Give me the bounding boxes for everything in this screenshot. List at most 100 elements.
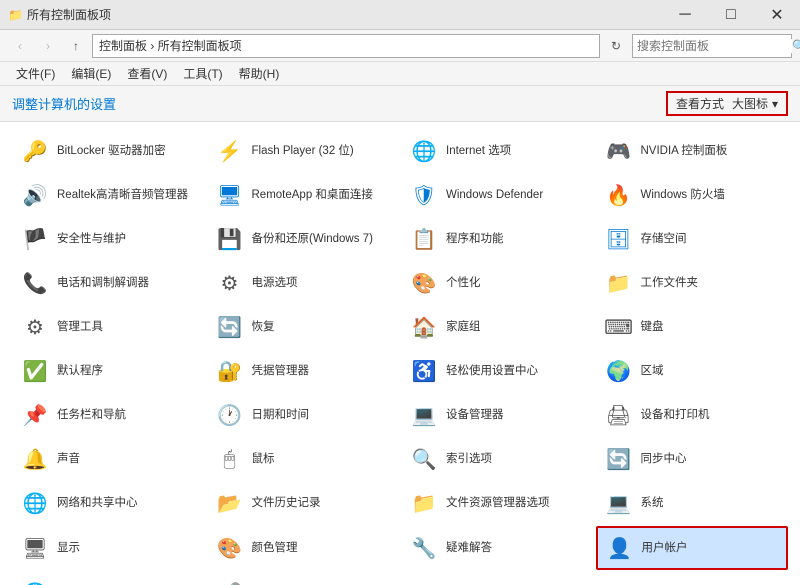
maximize-button[interactable]: □ bbox=[708, 0, 754, 30]
remoteapp-icon: 🖥 bbox=[214, 179, 246, 211]
view-mode-button[interactable]: 查看方式 大图标 ▾ bbox=[666, 91, 788, 116]
control-item-user[interactable]: 👤用户帐户 bbox=[596, 526, 789, 570]
search-box[interactable]: 🔍 bbox=[632, 34, 792, 58]
forward-button[interactable]: › bbox=[36, 34, 60, 58]
region-icon: 🌍 bbox=[603, 355, 635, 387]
control-item-credential[interactable]: 🔐凭据管理器 bbox=[207, 350, 400, 392]
power-icon: ⚙ bbox=[214, 267, 246, 299]
menu-tools[interactable]: 工具(T) bbox=[175, 63, 230, 84]
control-item-recover[interactable]: 🔄恢复 bbox=[207, 306, 400, 348]
user-label: 用户帐户 bbox=[642, 541, 688, 556]
control-item-firewall[interactable]: 🔥Windows 防火墙 bbox=[596, 174, 789, 216]
sound-icon: 🔔 bbox=[19, 443, 51, 475]
control-item-ease[interactable]: ♿轻松使用设置中心 bbox=[401, 350, 594, 392]
control-item-device[interactable]: 💻设备管理器 bbox=[401, 394, 594, 436]
control-item-realtek[interactable]: 🔊Realtek高清晰音频管理器 bbox=[12, 174, 205, 216]
menu-edit[interactable]: 编辑(E) bbox=[63, 63, 119, 84]
control-item-datetime[interactable]: 🕐日期和时间 bbox=[207, 394, 400, 436]
sound-label: 声音 bbox=[57, 452, 80, 467]
nvidia-icon: 🎮 bbox=[603, 135, 635, 167]
title-bar-left: 📁 所有控制面板项 bbox=[8, 6, 111, 23]
view-mode-text: 大图标 bbox=[732, 95, 768, 112]
back-button[interactable]: ‹ bbox=[8, 34, 32, 58]
title-bar: 📁 所有控制面板项 ─ □ ✕ bbox=[0, 0, 800, 30]
minimize-button[interactable]: ─ bbox=[662, 0, 708, 30]
control-item-system[interactable]: 💻系统 bbox=[596, 482, 789, 524]
control-item-mouse[interactable]: 🖱鼠标 bbox=[207, 438, 400, 480]
address-bar: ‹ › ↑ 控制面板 › 所有控制面板项 ↻ 🔍 bbox=[0, 30, 800, 62]
control-item-display[interactable]: 🖥显示 bbox=[12, 526, 205, 570]
homegroup-icon: 🏠 bbox=[408, 311, 440, 343]
control-item-network[interactable]: 🌐网络和共享中心 bbox=[12, 482, 205, 524]
network-icon: 🌐 bbox=[19, 487, 51, 519]
homegroup-label: 家庭组 bbox=[446, 320, 481, 335]
personal-icon: 🎨 bbox=[408, 267, 440, 299]
menu-view[interactable]: 查看(V) bbox=[119, 63, 175, 84]
control-item-language[interactable]: 🌐语言 bbox=[12, 572, 205, 585]
control-item-phone[interactable]: 📞电话和调制解调器 bbox=[12, 262, 205, 304]
menu-file[interactable]: 文件(F) bbox=[8, 63, 63, 84]
control-item-sound[interactable]: 🔔 声音 bbox=[12, 438, 205, 480]
control-item-bitlocker[interactable]: 🔑BitLocker 驱动器加密 bbox=[12, 130, 205, 172]
control-item-power[interactable]: ⚙电源选项 bbox=[207, 262, 400, 304]
mouse-label: 鼠标 bbox=[252, 452, 275, 467]
system-icon: 💻 bbox=[603, 487, 635, 519]
manage-icon: ⚙ bbox=[19, 311, 51, 343]
control-item-security[interactable]: 🏴 安全性与维护 bbox=[12, 218, 205, 260]
remoteapp-label: RemoteApp 和桌面连接 bbox=[252, 188, 373, 203]
speech-icon: 🎤 bbox=[214, 577, 246, 585]
flash-label: Flash Player (32 位) bbox=[252, 144, 354, 159]
internet-label: Internet 选项 bbox=[446, 144, 511, 159]
control-item-speech[interactable]: 🎤语音识别 bbox=[207, 572, 400, 585]
control-item-fileexplorer[interactable]: 📁 文件资源管理器选项 bbox=[401, 482, 594, 524]
control-item-defender[interactable]: 🛡Windows Defender bbox=[401, 174, 594, 216]
up-button[interactable]: ↑ bbox=[64, 34, 88, 58]
control-item-remoteapp[interactable]: 🖥 RemoteApp 和桌面连接 bbox=[207, 174, 400, 216]
control-item-keyboard[interactable]: ⌨键盘 bbox=[596, 306, 789, 348]
personal-label: 个性化 bbox=[446, 276, 481, 291]
datetime-icon: 🕐 bbox=[214, 399, 246, 431]
close-button[interactable]: ✕ bbox=[754, 0, 800, 30]
control-item-personal[interactable]: 🎨 个性化 bbox=[401, 262, 594, 304]
control-item-printfax[interactable]: 🖨设备和打印机 bbox=[596, 394, 789, 436]
control-item-homegroup[interactable]: 🏠 家庭组 bbox=[401, 306, 594, 348]
security-label: 安全性与维护 bbox=[57, 232, 126, 247]
control-item-trouble[interactable]: 🔧疑难解答 bbox=[401, 526, 594, 570]
control-item-flash[interactable]: ⚡Flash Player (32 位) bbox=[207, 130, 400, 172]
control-item-font[interactable]: A字体 bbox=[596, 572, 789, 585]
security-icon: 🏴 bbox=[19, 223, 51, 255]
fileexplorer-icon: 📁 bbox=[408, 487, 440, 519]
task-icon: 📌 bbox=[19, 399, 51, 431]
control-item-autoplay[interactable]: ▶自动播放 bbox=[401, 572, 594, 585]
sync-icon: 🔄 bbox=[603, 443, 635, 475]
control-item-storage[interactable]: 🗄存储空间 bbox=[596, 218, 789, 260]
keyboard-icon: ⌨ bbox=[603, 311, 635, 343]
control-item-nvidia[interactable]: 🎮NVIDIA 控制面板 bbox=[596, 130, 789, 172]
search-input[interactable] bbox=[637, 39, 792, 53]
control-item-task[interactable]: 📌任务栏和导航 bbox=[12, 394, 205, 436]
device-label: 设备管理器 bbox=[446, 408, 504, 423]
workfolder-icon: 📁 bbox=[603, 267, 635, 299]
autoplay-icon: ▶ bbox=[408, 577, 440, 585]
menu-help[interactable]: 帮助(H) bbox=[231, 63, 288, 84]
control-item-workfolder[interactable]: 📁工作文件夹 bbox=[596, 262, 789, 304]
control-item-internet[interactable]: 🌐Internet 选项 bbox=[401, 130, 594, 172]
storage-label: 存储空间 bbox=[641, 232, 687, 247]
control-item-manage[interactable]: ⚙管理工具 bbox=[12, 306, 205, 348]
title-bar-controls: ─ □ ✕ bbox=[662, 0, 800, 30]
control-item-color[interactable]: 🎨颜色管理 bbox=[207, 526, 400, 570]
realtek-icon: 🔊 bbox=[19, 179, 51, 211]
fileexplorer-label: 文件资源管理器选项 bbox=[446, 496, 550, 511]
refresh-button[interactable]: ↻ bbox=[604, 34, 628, 58]
control-item-filehistory[interactable]: 📂文件历史记录 bbox=[207, 482, 400, 524]
control-item-default[interactable]: ✅默认程序 bbox=[12, 350, 205, 392]
control-item-programs[interactable]: 📋程序和功能 bbox=[401, 218, 594, 260]
view-label: 查看方式 bbox=[676, 95, 724, 112]
control-item-sync[interactable]: 🔄同步中心 bbox=[596, 438, 789, 480]
control-item-region[interactable]: 🌍区域 bbox=[596, 350, 789, 392]
control-item-index[interactable]: 🔍索引选项 bbox=[401, 438, 594, 480]
backup-icon: 💾 bbox=[214, 223, 246, 255]
control-item-backup[interactable]: 💾备份和还原(Windows 7) bbox=[207, 218, 400, 260]
credential-icon: 🔐 bbox=[214, 355, 246, 387]
color-label: 颜色管理 bbox=[252, 541, 298, 556]
